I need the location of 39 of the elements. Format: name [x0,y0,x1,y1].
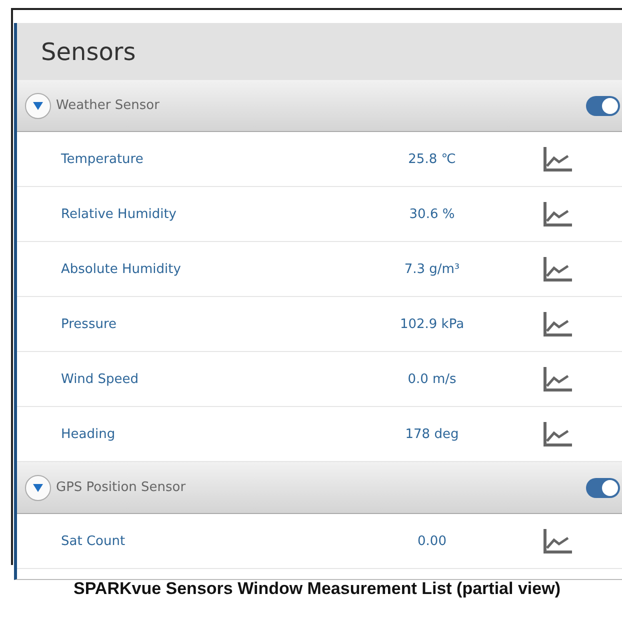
measurement-name: Relative Humidity [60,206,178,222]
measurement-value: 178 deg [404,426,460,442]
line-graph-icon[interactable] [543,528,573,554]
measurement-name: Pressure [60,316,118,332]
measurement-value: 30.6 % [408,206,456,222]
measurement-value: 0.00 [416,534,448,548]
toggle-switch[interactable] [586,96,620,116]
line-graph-icon[interactable] [543,366,573,392]
expand-button[interactable] [25,474,51,500]
sensor-name: Weather Sensor [56,98,160,113]
triangle-icon [32,482,44,492]
line-graph-icon[interactable] [543,311,573,337]
expand-button[interactable] [25,92,51,118]
measurement-name: Heading [60,426,116,442]
measurement-name: Temperature [60,152,144,166]
measurement-row[interactable]: Relative Humidity 30.6 % [17,187,622,242]
measurement-row[interactable]: Sat Count 0.00 [17,514,622,569]
measurement-name: Sat Count [60,534,126,548]
measurement-name: Absolute Humidity [60,262,182,276]
line-graph-icon[interactable] [543,201,573,227]
measurement-value: 7.3 g/m³ [403,262,461,276]
line-graph-icon[interactable] [543,146,573,172]
sensor-header[interactable]: GPS Position Sensor [17,462,622,514]
measurement-name: Wind Speed [60,372,140,386]
toggle-switch[interactable] [586,478,620,498]
measurement-row[interactable]: Pressure 102.9 kPa [17,297,622,352]
line-graph-icon[interactable] [543,421,573,447]
window-title: Sensors [41,38,136,66]
measurement-value: 102.9 kPa [398,316,466,332]
sensor-name: GPS Position Sensor [56,480,187,495]
measurement-value: 25.8 ℃ [407,152,457,166]
measurement-row[interactable]: Wind Speed 0.0 m/s [17,352,622,407]
line-graph-icon[interactable] [543,256,573,282]
sensor-header[interactable]: Weather Sensor [17,80,622,132]
measurement-value: 0.0 m/s [406,372,458,386]
measurement-row[interactable]: Temperature 25.8 ℃ [17,132,622,187]
figure-caption: SPARKvue Sensors Window Measurement List (partial view) [72,579,562,599]
triangle-icon [32,100,44,110]
measurement-row[interactable]: Absolute Humidity 7.3 g/m³ [17,242,622,297]
